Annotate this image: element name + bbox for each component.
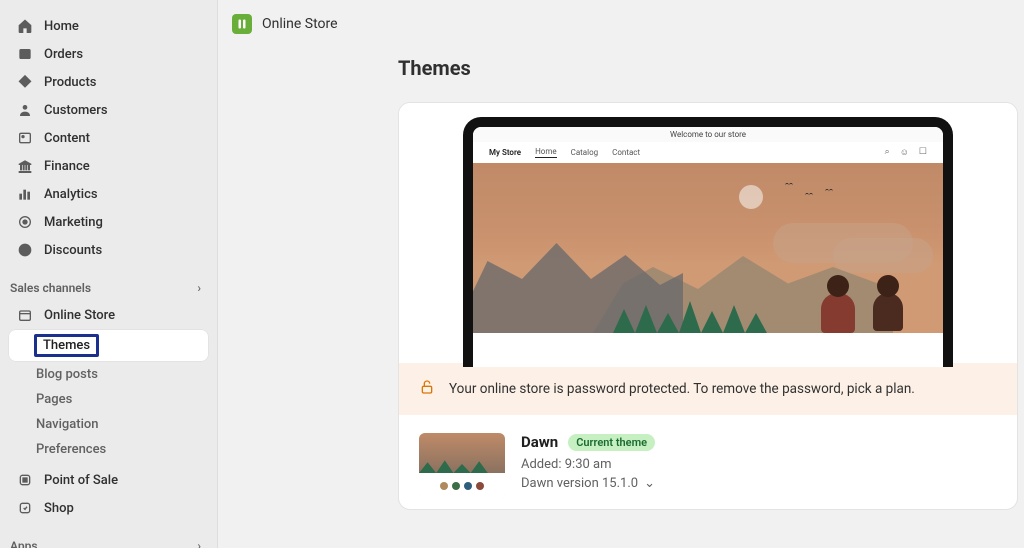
chart-icon — [16, 185, 34, 203]
password-banner: Your online store is password protected.… — [399, 363, 1017, 415]
nav-orders[interactable]: Orders — [8, 40, 209, 68]
shop-icon — [16, 499, 34, 517]
current-theme-badge: Current theme — [568, 434, 655, 451]
orders-icon — [16, 45, 34, 63]
nav-discounts[interactable]: Discounts — [8, 236, 209, 264]
banner-text: Your online store is password protected.… — [449, 381, 915, 397]
theme-name: Dawn — [521, 433, 558, 451]
nav-shop[interactable]: Shop — [8, 494, 209, 522]
nav-label: Products — [44, 75, 96, 90]
nav-content[interactable]: Content — [8, 124, 209, 152]
preview-announcement: Welcome to our store — [473, 127, 943, 142]
chevron-down-icon: ⌄ — [644, 476, 655, 491]
subnav-preferences[interactable]: Preferences — [8, 437, 209, 462]
discount-icon — [16, 241, 34, 259]
nav-label: Home — [44, 19, 79, 34]
theme-card: Welcome to our store My Store Home Catal… — [398, 102, 1018, 510]
subnav-themes[interactable]: Themes — [8, 329, 209, 362]
theme-footer: Dawn Current theme Added: 9:30 am Dawn v… — [399, 415, 1017, 509]
subnav-navigation[interactable]: Navigation — [8, 412, 209, 437]
search-icon: ⌕ — [885, 147, 890, 158]
theme-added: Added: 9:30 am — [521, 457, 997, 472]
image-icon — [16, 129, 34, 147]
sales-channels-header[interactable]: Sales channels › — [8, 274, 209, 301]
nav-label: Finance — [44, 159, 90, 174]
nav-label: Marketing — [44, 215, 103, 230]
nav-products[interactable]: Products — [8, 68, 209, 96]
pos-icon — [16, 471, 34, 489]
theme-preview: Welcome to our store My Store Home Catal… — [399, 103, 1017, 363]
nav-customers[interactable]: Customers — [8, 96, 209, 124]
bank-icon — [16, 157, 34, 175]
lock-icon — [419, 379, 435, 399]
preview-link-home: Home — [535, 147, 557, 158]
bag-icon: ☐ — [919, 147, 927, 158]
nav-label: Shop — [44, 501, 74, 516]
nav-label: Discounts — [44, 243, 102, 258]
theme-thumbnail — [419, 433, 505, 499]
apps-header[interactable]: Apps › — [8, 532, 209, 548]
breadcrumb: Online Store — [232, 14, 1024, 34]
home-icon — [16, 17, 34, 35]
preview-link-contact: Contact — [612, 148, 640, 157]
store-icon — [16, 306, 34, 324]
nav-finance[interactable]: Finance — [8, 152, 209, 180]
chevron-right-icon: › — [197, 281, 201, 295]
nav-analytics[interactable]: Analytics — [8, 180, 209, 208]
subnav-blog-posts[interactable]: Blog posts — [8, 362, 209, 387]
sidebar: Home Orders Products Customers Content F… — [0, 0, 218, 548]
nav-label: Content — [44, 131, 90, 146]
tag-icon — [16, 73, 34, 91]
main: Online Store Themes Welcome to our store… — [218, 0, 1024, 548]
nav-marketing[interactable]: Marketing — [8, 208, 209, 236]
breadcrumb-label: Online Store — [262, 16, 338, 32]
page-title: Themes — [398, 56, 1024, 80]
chevron-right-icon: › — [197, 539, 201, 548]
device-frame: Welcome to our store My Store Home Catal… — [463, 117, 953, 367]
theme-version: Dawn version 15.1.0 — [521, 476, 638, 491]
person-icon — [16, 101, 34, 119]
theme-version-row[interactable]: Dawn version 15.1.0 ⌄ — [521, 476, 997, 491]
preview-hero — [473, 163, 943, 333]
account-icon: ☺ — [900, 147, 909, 158]
nav-label: Online Store — [44, 308, 115, 323]
nav-label: Customers — [44, 103, 108, 118]
preview-store-name: My Store — [489, 148, 521, 157]
nav-home[interactable]: Home — [8, 12, 209, 40]
nav-label: Analytics — [44, 187, 98, 202]
nav-label: Orders — [44, 47, 83, 62]
nav-point-of-sale[interactable]: Point of Sale — [8, 466, 209, 494]
preview-link-catalog: Catalog — [571, 148, 599, 157]
preview-nav: My Store Home Catalog Contact ⌕ ☺ ☐ — [473, 142, 943, 163]
app-icon — [232, 14, 252, 34]
nav-label: Point of Sale — [44, 473, 118, 488]
subnav-pages[interactable]: Pages — [8, 387, 209, 412]
nav-online-store[interactable]: Online Store — [8, 301, 209, 329]
target-icon — [16, 213, 34, 231]
